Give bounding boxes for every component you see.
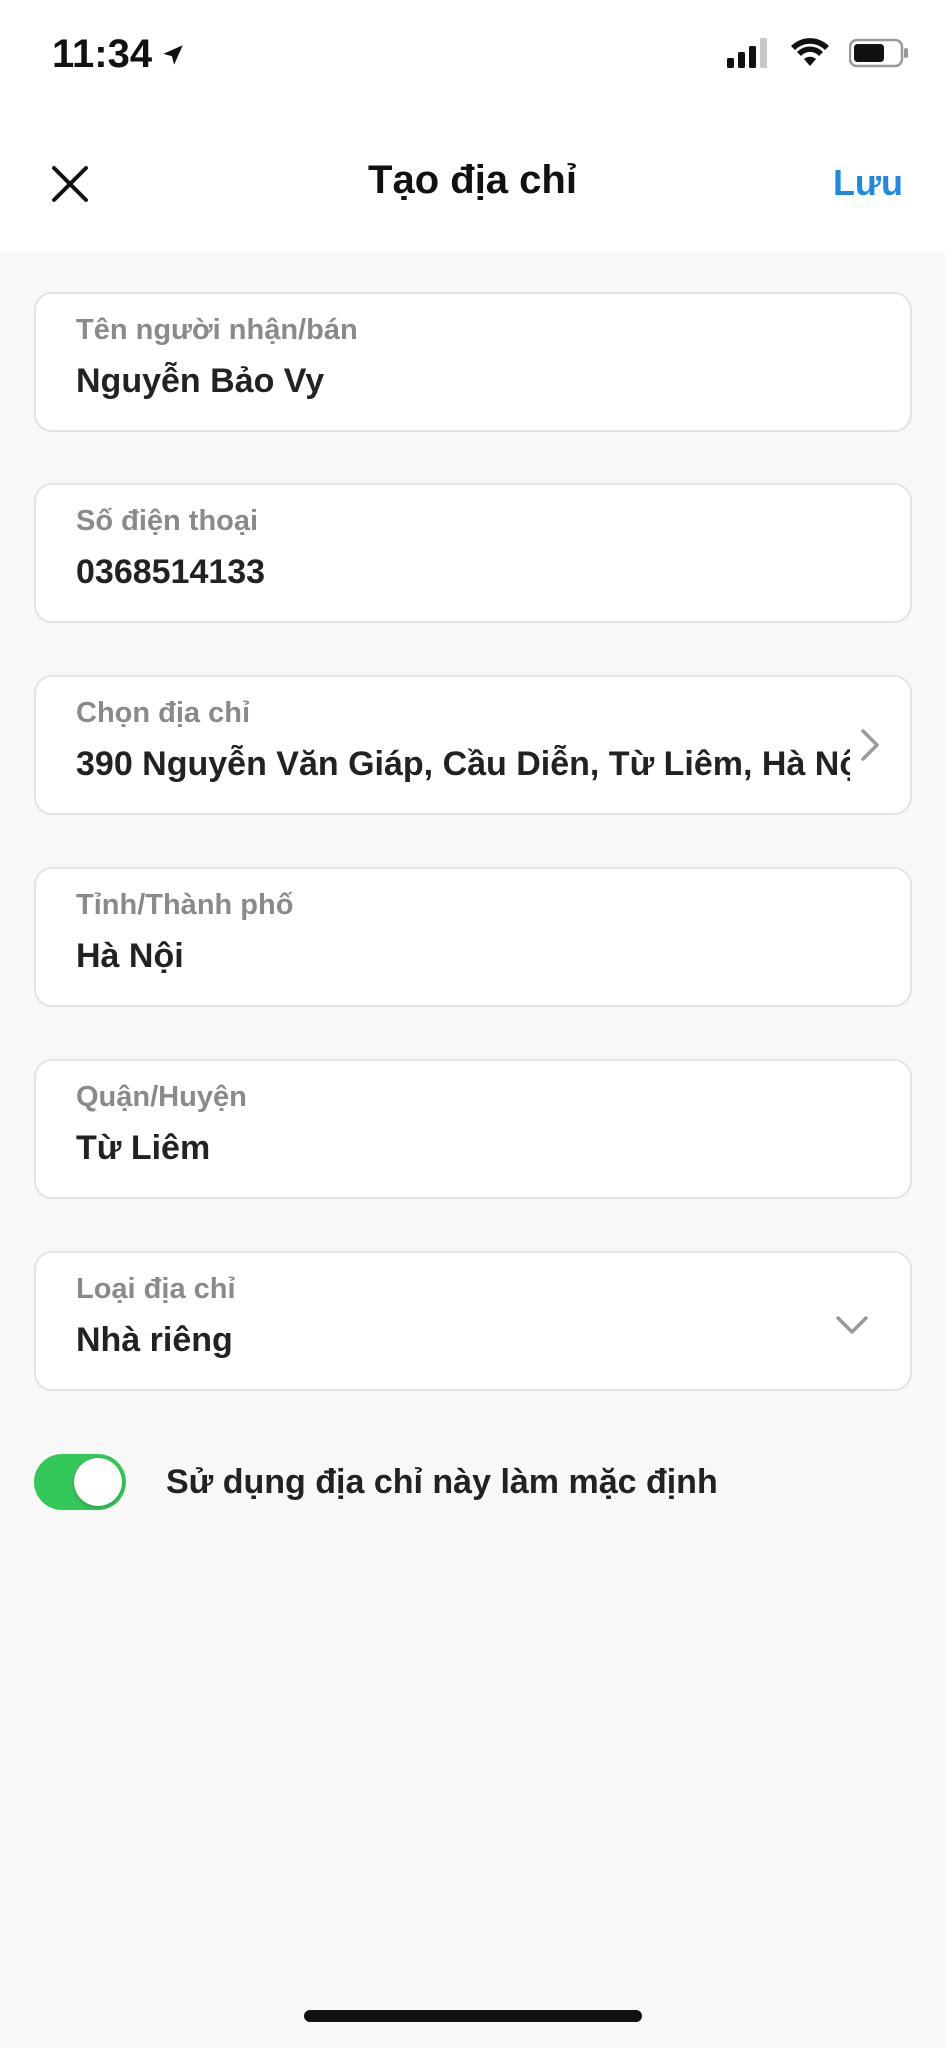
page-title: Tạo địa chỉ [368, 158, 577, 202]
phone-field[interactable]: Số điện thoại 0368514133 [34, 483, 912, 623]
recipient-name-label: Tên người nhận/bán [76, 314, 358, 346]
default-address-label: Sử dụng địa chỉ này làm mặc định [166, 1462, 718, 1501]
province-label: Tỉnh/Thành phố [76, 889, 294, 921]
district-value: Từ Liêm [76, 1129, 211, 1167]
status-icons [727, 38, 909, 68]
cellular-signal-icon [727, 38, 767, 68]
battery-icon [849, 38, 908, 68]
phone-value: 0368514133 [76, 553, 266, 591]
address-picker-value: 390 Nguyễn Văn Giáp, Cầu Diễn, Từ Liêm, … [76, 745, 850, 783]
chevron-down-icon [832, 1305, 872, 1345]
chevron-right-icon [850, 725, 890, 765]
address-type-value: Nhà riêng [76, 1321, 233, 1359]
recipient-name-field[interactable]: Tên người nhận/bán Nguyễn Bảo Vy [34, 292, 912, 432]
home-indicator[interactable] [304, 2010, 642, 2022]
address-picker-field[interactable]: Chọn địa chỉ 390 Nguyễn Văn Giáp, Cầu Di… [34, 675, 912, 815]
status-time: 11:34 [52, 32, 186, 77]
district-field[interactable]: Quận/Huyện Từ Liêm [34, 1059, 912, 1199]
address-picker-label: Chọn địa chỉ [76, 697, 250, 729]
address-type-select[interactable]: Loại địa chỉ Nhà riêng [34, 1251, 912, 1391]
district-label: Quận/Huyện [76, 1081, 247, 1113]
status-bar: 11:34 [0, 0, 945, 120]
address-type-label: Loại địa chỉ [76, 1273, 236, 1305]
clock-text: 11:34 [52, 32, 153, 76]
wifi-icon [791, 38, 829, 66]
recipient-name-value: Nguyễn Bảo Vy [76, 362, 325, 400]
province-value: Hà Nội [76, 937, 184, 975]
nav-bar: Tạo địa chỉ Lưu [0, 120, 945, 252]
save-button[interactable]: Lưu [833, 162, 903, 204]
province-field[interactable]: Tỉnh/Thành phố Hà Nội [34, 867, 912, 1007]
location-arrow-icon [163, 44, 183, 65]
default-address-row: Sử dụng địa chỉ này làm mặc định [34, 1452, 912, 1512]
default-address-toggle[interactable] [34, 1454, 126, 1510]
toggle-knob [74, 1458, 122, 1506]
phone-label: Số điện thoại [76, 505, 259, 537]
